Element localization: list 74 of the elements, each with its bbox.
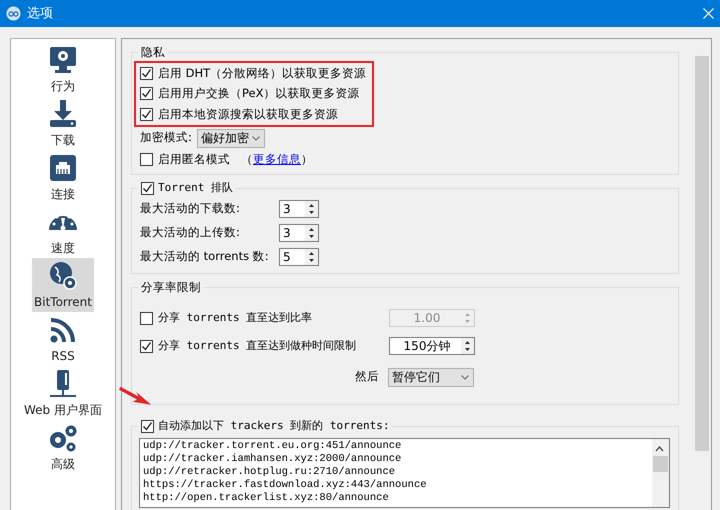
item-label: 行为 [51, 78, 75, 94]
option-label: 分享 torrents 直至达到做种时间限制 [158, 338, 358, 354]
check-icon [142, 182, 153, 194]
check-icon [141, 88, 152, 100]
item-label: Web 用户界面 [24, 402, 102, 418]
scrollbar-thumb[interactable] [653, 456, 668, 472]
item-label: 连接 [51, 186, 75, 202]
app-logo-icon [6, 6, 21, 21]
close-icon[interactable] [703, 8, 714, 19]
spin-arrows-icon [305, 201, 318, 217]
group-title: 分享率限制 [140, 280, 202, 294]
number-spinbox[interactable]: 3 [279, 200, 319, 218]
sidebar-item[interactable]: 速度 [32, 204, 94, 258]
tracker-url: udp://tracker.torrent.eu.org:451/announce [143, 440, 402, 453]
field-label: 加密模式: [140, 129, 192, 146]
item-label: BitTorrent [34, 294, 92, 310]
sidebar-item[interactable]: Web 用户界面 [13, 366, 113, 420]
checkbox[interactable] [140, 153, 153, 166]
globe-gear-icon [47, 260, 79, 290]
download-icon [47, 98, 79, 128]
group-title: 隐私 [140, 45, 166, 59]
server-icon [47, 368, 79, 398]
more-info-link[interactable]: 更多信息 [253, 152, 301, 166]
sidebar-item[interactable]: 连接 [32, 150, 94, 204]
option-label: 分享 torrents 直至达到比率 [158, 310, 314, 326]
option-label: 启用本地资源搜索以获取更多资源 [158, 106, 338, 123]
sidebar-item[interactable]: 下载 [32, 96, 94, 150]
tracker-url: udp://retracker.hotplug.ru:2710/announce [143, 466, 396, 479]
checkbox[interactable] [141, 420, 154, 432]
sidebar-item[interactable]: RSS [32, 312, 94, 366]
field-label: 最大活动的下载数: [140, 200, 241, 218]
tracker-url: udp://tracker.iamhansen.xyz:2000/announce [143, 453, 402, 466]
spin-arrows-icon [305, 225, 318, 241]
option-label: 启用用户交换（PeX）以获取更多资源 [158, 85, 360, 102]
spin-arrows-icon [305, 249, 318, 265]
encryption-dropdown[interactable]: 偏好加密 [196, 128, 265, 148]
checkbox[interactable] [140, 340, 153, 352]
item-label: 下载 [51, 132, 75, 148]
field-label: 最大活动的上传数: [140, 224, 241, 242]
scrollbar[interactable] [652, 439, 669, 507]
caret-icon [252, 136, 260, 140]
item-label: 高级 [51, 456, 75, 472]
checkbox[interactable] [140, 87, 153, 100]
value-spinbox: 1.00 [389, 309, 475, 327]
check-icon [141, 68, 152, 79]
more-info-note: （更多信息） [241, 151, 313, 168]
item-label: 速度 [51, 240, 75, 256]
check-icon [141, 108, 152, 120]
tracker-url: http://open.trackerlist.xyz:80/announce [143, 492, 389, 505]
scrollbar-thumb[interactable] [695, 56, 709, 451]
group-title: 自动添加以下 trackers 到新的 torrents: [158, 419, 390, 433]
option-label: 启用 DHT（分散网络）以获取更多资源 [158, 64, 366, 82]
checkbox[interactable] [140, 66, 153, 80]
tracker-url: https://tracker.fastdownload.xyz:443/announce [143, 479, 427, 492]
check-icon [142, 420, 153, 432]
field-label: 最大活动的 torrents 数: [140, 248, 270, 266]
group-title: Torrent 排队 [158, 181, 233, 195]
number-spinbox[interactable]: 5 [279, 248, 319, 266]
checkbox[interactable] [140, 108, 153, 121]
number-spinbox[interactable]: 3 [279, 224, 319, 242]
caret-icon [461, 374, 469, 380]
action-dropdown[interactable]: 暂停它们 [388, 368, 474, 386]
item-label: RSS [51, 348, 75, 364]
sidebar-item[interactable]: BitTorrent [32, 258, 94, 312]
sidebar-item[interactable]: 行为 [32, 42, 94, 96]
spin-arrows-icon [461, 338, 474, 354]
trackers-textarea[interactable] [139, 438, 670, 508]
sidebar-item[interactable]: 高级 [32, 420, 94, 474]
window-title: 选项 [27, 4, 53, 23]
option-label: 启用匿名模式 [158, 151, 230, 168]
field-label: 然后 [355, 368, 379, 386]
value-spinbox[interactable]: 150分钟 [389, 337, 475, 355]
checkbox[interactable] [141, 182, 154, 194]
check-icon [141, 340, 152, 352]
